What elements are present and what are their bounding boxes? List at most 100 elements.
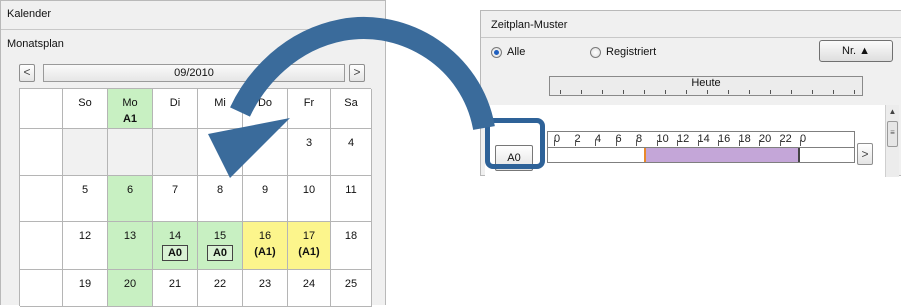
day-cell[interactable]: 17 (A1) (288, 222, 331, 270)
hour-tick (595, 140, 596, 146)
day-number: 3 (305, 137, 313, 149)
scroll-thumb[interactable]: ≡ (887, 121, 898, 147)
ruler-tick (581, 90, 582, 94)
day-number: 21 (168, 278, 182, 290)
day-cell[interactable]: 21 (153, 270, 198, 307)
today-ruler: Heute (549, 76, 863, 96)
day-cell[interactable]: 10 (288, 176, 331, 222)
hour-tick (779, 140, 781, 146)
day-cell[interactable]: 22 (198, 270, 243, 307)
day-cell[interactable] (243, 129, 288, 176)
hour-label: 16 (718, 133, 731, 145)
weekday-header-4[interactable]: Do (243, 89, 288, 129)
filter-all-radio[interactable] (491, 47, 502, 58)
day-number: 13 (123, 230, 137, 242)
weekday-label: Do (257, 97, 273, 109)
day-cell[interactable]: 9 (243, 176, 288, 222)
day-cell[interactable]: 16 (A1) (243, 222, 288, 270)
hour-tick (656, 140, 658, 146)
day-cell[interactable]: 25 (331, 270, 372, 307)
filter-registered-radio[interactable] (590, 47, 601, 58)
calendar-panel-title: Kalender (7, 8, 52, 20)
prev-month-button[interactable]: < (19, 64, 35, 82)
ruler-tick (686, 90, 687, 94)
weekday-label: So (78, 97, 92, 109)
day-cell[interactable]: 15 A0 (198, 222, 243, 270)
day-cell[interactable] (63, 129, 108, 176)
day-cell[interactable]: 4 (331, 129, 372, 176)
hour-tick (800, 140, 801, 146)
weekday-header-6[interactable]: Sa (331, 89, 372, 129)
day-cell[interactable] (108, 129, 153, 176)
next-month-button[interactable]: > (349, 64, 365, 82)
day-cell[interactable]: 13 (108, 222, 153, 270)
hour-tick (759, 140, 760, 146)
hour-scale: 0 2 4 6 8 10 12 14 16 18 20 22 0 (547, 131, 855, 148)
vertical-scrollbar[interactable]: ▲ ≡ (885, 105, 899, 177)
hour-label: 20 (759, 133, 772, 145)
ruler-tick (770, 90, 771, 94)
weekday-header-2[interactable]: Di (153, 89, 198, 129)
day-cell[interactable]: 5 (63, 176, 108, 222)
week-number-cell (20, 129, 63, 176)
day-number: 7 (171, 184, 179, 196)
weekday-header-5[interactable]: Fr (288, 89, 331, 129)
ruler-tick (812, 90, 813, 94)
weekday-header-3[interactable]: Mi (198, 89, 243, 129)
weekday-header-0[interactable]: So (63, 89, 108, 129)
period-end (798, 148, 800, 162)
day-cell[interactable]: 8 (198, 176, 243, 222)
day-cell[interactable]: 20 (108, 270, 153, 307)
day-cell[interactable]: 12 (63, 222, 108, 270)
day-number: 17 (302, 230, 316, 242)
day-cell[interactable]: 1 (198, 129, 243, 176)
day-number: 14 (168, 230, 182, 242)
day-number: 1 (216, 137, 224, 149)
ruler-tick (623, 90, 624, 94)
hour-tick (554, 140, 555, 146)
timeline-next-button[interactable]: > (857, 143, 873, 165)
day-cell[interactable]: 3 (288, 129, 331, 176)
today-label: Heute (691, 77, 721, 89)
ruler-tick (665, 90, 666, 94)
day-number: 10 (302, 184, 316, 196)
day-number: 11 (345, 184, 357, 196)
ruler-tick (749, 90, 750, 94)
scheduled-period (646, 148, 798, 162)
day-cell[interactable] (153, 129, 198, 176)
divider (481, 37, 901, 38)
day-number: 25 (344, 278, 358, 290)
sort-number-button[interactable]: Nr. ▲ (819, 40, 893, 62)
ruler-tick (707, 90, 708, 94)
day-cell[interactable]: 18 (331, 222, 372, 270)
ruler-tick (560, 90, 561, 94)
hour-tick (574, 140, 576, 146)
day-cell[interactable]: 7 (153, 176, 198, 222)
day-cell[interactable]: 11 (331, 176, 372, 222)
filter-registered-label: Registriert (606, 46, 657, 58)
day-number: 20 (123, 278, 137, 290)
ruler-tick (728, 90, 729, 94)
hour-tick (636, 140, 637, 146)
day-cell[interactable]: 23 (243, 270, 288, 307)
month-display[interactable]: 09/2010 (43, 64, 345, 82)
hour-label: 14 (697, 133, 710, 145)
day-number: 6 (126, 184, 134, 196)
hour-tick (615, 140, 617, 146)
hour-tick (697, 140, 699, 146)
weekday-label: Mo (122, 97, 138, 109)
day-cell[interactable]: 14 A0 (153, 222, 198, 270)
day-number: 12 (78, 230, 92, 242)
month-plan-label: Monatsplan (7, 38, 64, 50)
day-number: 5 (81, 184, 89, 196)
ruler-tick (644, 90, 645, 94)
day-cell[interactable]: 6 (108, 176, 153, 222)
hour-tick (738, 140, 740, 146)
weekday-header-1[interactable]: Mo A1 (108, 89, 153, 129)
weekday-pattern-code: A1 (122, 113, 138, 125)
schedule-pattern-title: Zeitplan-Muster (491, 19, 568, 31)
day-number: 15 (213, 230, 227, 242)
day-cell[interactable]: 19 (63, 270, 108, 307)
day-cell[interactable]: 24 (288, 270, 331, 307)
scroll-up-icon[interactable]: ▲ (887, 107, 898, 116)
